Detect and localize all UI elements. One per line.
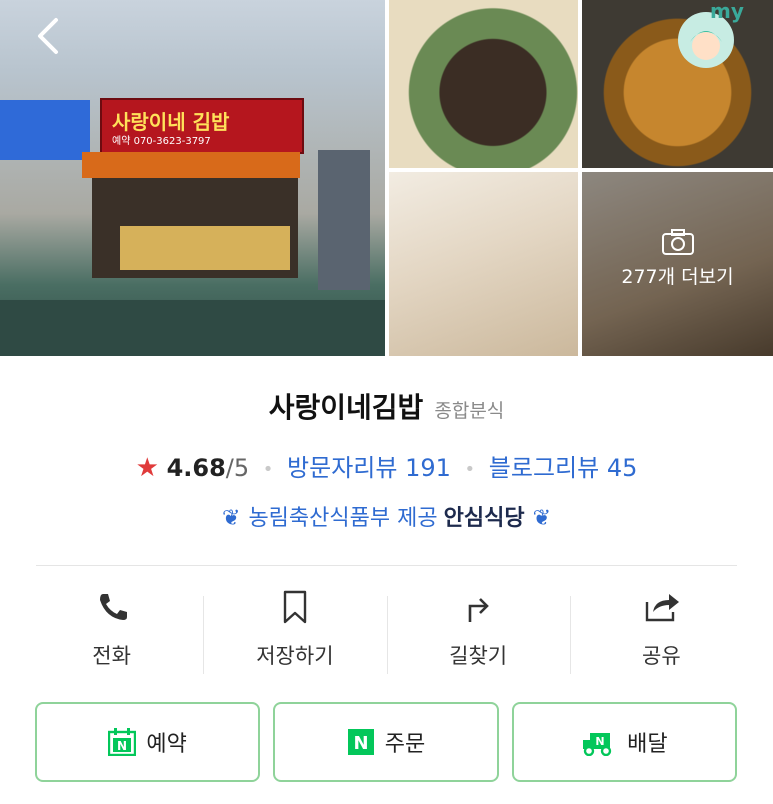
- order-button[interactable]: N 주문: [273, 702, 499, 782]
- directions-label: 길찾기: [449, 644, 508, 668]
- photo-more-overlay[interactable]: 277개 더보기: [582, 228, 773, 289]
- laurel-right-icon: ❦: [532, 506, 551, 531]
- order-label: 주문: [384, 732, 426, 757]
- call-action[interactable]: 전화: [20, 590, 203, 680]
- star-icon: ★: [135, 453, 159, 483]
- camera-icon: [661, 229, 694, 255]
- storefront-photo[interactable]: 사랑이네 김밥 예약 070-3623-3797: [0, 0, 385, 356]
- food-photo-kimbap[interactable]: [389, 0, 578, 168]
- rating-max: /5: [225, 454, 250, 482]
- my-avatar-icon[interactable]: my: [668, 2, 746, 70]
- svg-text:N: N: [353, 733, 368, 754]
- food-photo-chopsticks[interactable]: [389, 172, 578, 356]
- rating-score: 4.68: [166, 454, 226, 482]
- cert-badge: 안심식당: [443, 506, 525, 531]
- chevron-left-icon[interactable]: [30, 14, 70, 58]
- service-buttons: N 예약 N 주문 N 배달: [35, 702, 737, 782]
- visitor-reviews-link[interactable]: 방문자리뷰 191: [287, 454, 451, 482]
- store-sign: 사랑이네 김밥 예약 070-3623-3797: [100, 98, 304, 154]
- place-name: 사랑이네김밥: [268, 391, 424, 424]
- share-action[interactable]: 공유: [569, 590, 753, 680]
- safe-restaurant-cert[interactable]: ❦ 농림축산식품부 제공 안심식당 ❦: [0, 500, 773, 532]
- svg-text:N: N: [117, 739, 127, 753]
- call-label: 전화: [92, 644, 131, 668]
- bookmark-icon: [283, 590, 307, 624]
- blog-reviews-link[interactable]: 블로그리뷰 45: [489, 454, 638, 482]
- delivery-truck-icon: N: [583, 733, 612, 756]
- rating-row: ★ 4.68/5 • 방문자리뷰 191 • 블로그리뷰 45: [135, 453, 638, 483]
- delivery-button[interactable]: N 배달: [511, 702, 737, 782]
- divider: [36, 565, 737, 566]
- svg-text:N: N: [595, 735, 604, 748]
- save-action[interactable]: 저장하기: [203, 590, 386, 680]
- directions-icon: [468, 598, 489, 622]
- save-label: 저장하기: [256, 644, 334, 668]
- action-bar: 전화 저장하기 길찾기 공유: [20, 590, 753, 680]
- reservation-button[interactable]: N 예약: [35, 702, 261, 782]
- naver-calendar-icon: N: [108, 728, 137, 756]
- place-category: 종합분식: [434, 400, 505, 422]
- share-icon: [646, 594, 680, 622]
- place-title-row: 사랑이네김밥 종합분식: [0, 386, 773, 426]
- delivery-label: 배달: [627, 732, 668, 757]
- photo-gallery: 사랑이네 김밥 예약 070-3623-3797 my 277개 더보기: [0, 0, 773, 356]
- naver-n-icon: N: [347, 729, 374, 755]
- phone-icon: [99, 594, 127, 620]
- svg-text:my: my: [710, 2, 744, 23]
- directions-action[interactable]: 길찾기: [386, 590, 570, 680]
- laurel-left-icon: ❦: [222, 506, 241, 531]
- share-label: 공유: [642, 644, 681, 668]
- cert-provider: 농림축산식품부 제공: [248, 506, 438, 531]
- photo-more-label: 277개 더보기: [621, 266, 734, 288]
- reservation-label: 예약: [146, 732, 187, 757]
